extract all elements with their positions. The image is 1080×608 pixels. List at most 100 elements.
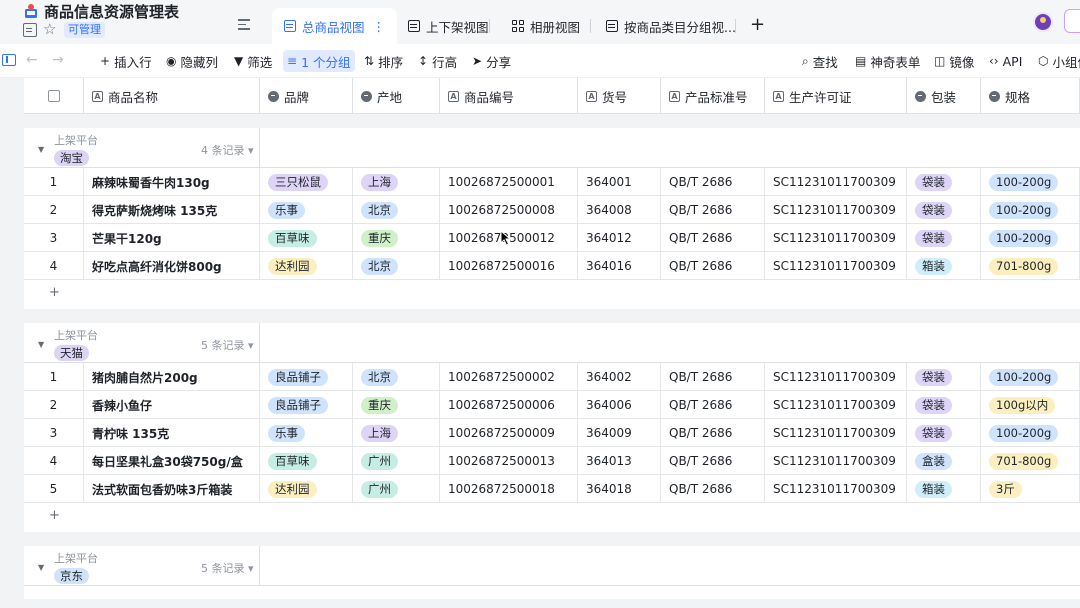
share-button[interactable]: ➤ 分享 — [468, 50, 515, 72]
cell-code[interactable]: 10026872500002 — [440, 363, 578, 391]
widget-button[interactable]: ⬡ 小组件 — [1034, 50, 1080, 72]
column-header-name[interactable]: A 商品名称 — [84, 78, 260, 114]
cell-brand[interactable]: 达利园 — [260, 475, 353, 503]
cell-origin[interactable]: 广州 — [353, 447, 440, 475]
cell-spec[interactable]: 100-200g — [981, 419, 1080, 447]
cell-package[interactable]: 袋装 — [907, 363, 981, 391]
search-button[interactable]: ⌕ 查找 — [798, 50, 842, 72]
undo-icon[interactable]: ← — [26, 52, 38, 68]
cell-package[interactable]: 袋装 — [907, 391, 981, 419]
cell-code[interactable]: 10026872500009 — [440, 419, 578, 447]
add-record-row[interactable]: + — [24, 280, 1080, 308]
cell-brand[interactable]: 达利园 — [260, 252, 353, 280]
cell-spec[interactable]: 3斤 — [981, 475, 1080, 503]
cell-sku[interactable]: 364012 — [578, 224, 661, 252]
cell-std[interactable]: QB/T 2686 — [661, 363, 765, 391]
star-icon[interactable]: ☆ — [43, 20, 56, 38]
table-row[interactable]: 4 每日坚果礼盒30袋750g/盒 百草味 广州 10026872500013 36401… — [24, 447, 1080, 475]
cell-package[interactable]: 盒装 — [907, 447, 981, 475]
table-row[interactable]: 3 青柠味 135克 乐事 上海 10026872500009 364009 QB/T 26… — [24, 419, 1080, 447]
cell-spec[interactable]: 100g以内 — [981, 391, 1080, 419]
cell-name[interactable]: 香辣小鱼仔 — [84, 391, 260, 419]
cell-license[interactable]: SC11231011700309 — [765, 168, 907, 196]
cell-std[interactable]: QB/T 2686 — [661, 419, 765, 447]
cell-license[interactable]: SC11231011700309 — [765, 447, 907, 475]
cell-origin[interactable]: 北京 — [353, 363, 440, 391]
table-row[interactable]: 3芒果干120g百草味重庆10026872500012364012QB/T 26… — [24, 224, 1080, 252]
cell-std[interactable]: QB/T 2686 — [661, 391, 765, 419]
cell-sku[interactable]: 364002 — [578, 363, 661, 391]
cell-spec[interactable]: 100-200g — [981, 168, 1080, 196]
cell-name[interactable]: 好吃点高纤消化饼800g — [84, 252, 260, 280]
collapse-sidebar-icon[interactable] — [2, 54, 16, 66]
column-header-std[interactable]: A 产品标准号 — [661, 78, 765, 114]
cell-name[interactable]: 猪肉脯自然片200g — [84, 363, 260, 391]
column-header-license[interactable]: A 生产许可证 — [765, 78, 907, 114]
column-header-spec[interactable]: 规格 — [981, 78, 1080, 114]
collapse-caret-icon[interactable]: ▼ — [38, 145, 44, 154]
cell-brand[interactable]: 乐事 — [260, 196, 353, 224]
cell-license[interactable]: SC11231011700309 — [765, 419, 907, 447]
group-record-count[interactable]: 4 条记录 ▾ — [201, 142, 254, 158]
tab-all-products-view[interactable]: 总商品视图 ⋮ — [272, 8, 398, 44]
cell-name[interactable]: 法式软面包香奶味3斤箱装 — [84, 475, 260, 503]
cell-license[interactable]: SC11231011700309 — [765, 196, 907, 224]
cell-code[interactable]: 10026872500008 — [440, 196, 578, 224]
cell-brand[interactable]: 乐事 — [260, 419, 353, 447]
cell-code[interactable]: 10026872500013 — [440, 447, 578, 475]
cell-license[interactable]: SC11231011700309 — [765, 224, 907, 252]
filter-button[interactable]: ▼ 筛选 — [230, 50, 276, 72]
table-row[interactable]: 2 香辣小鱼仔 良品铺子 重庆 10026872500006 364006 QB/T 268… — [24, 391, 1080, 419]
document-info-icon[interactable] — [23, 23, 37, 37]
collapse-caret-icon[interactable]: ▼ — [38, 340, 44, 349]
table-row[interactable]: 5 法式软面包香奶味3斤箱装 达利园 广州 10026872500018 364018 QB… — [24, 475, 1080, 503]
mirror-button[interactable]: ◫ 镜像 — [930, 50, 978, 72]
cell-spec[interactable]: 701-800g — [981, 447, 1080, 475]
hide-columns-button[interactable]: ◉ 隐藏列 — [162, 50, 222, 72]
magic-form-button[interactable]: ▤ 神奇表单 — [851, 50, 924, 72]
cell-code[interactable]: 10026872500001 — [440, 168, 578, 196]
column-header-sku[interactable]: A 货号 — [578, 78, 661, 114]
cell-package[interactable]: 箱装 — [907, 252, 981, 280]
cell-sku[interactable]: 364006 — [578, 391, 661, 419]
group-button[interactable]: ≡ 1 个分组 — [283, 50, 355, 72]
cell-license[interactable]: SC11231011700309 — [765, 475, 907, 503]
cell-origin[interactable]: 上海 — [353, 168, 440, 196]
select-all-checkbox[interactable] — [47, 90, 60, 102]
avatar[interactable] — [1033, 12, 1053, 32]
cell-sku[interactable]: 364016 — [578, 252, 661, 280]
cell-std[interactable]: QB/T 2686 — [661, 224, 765, 252]
cell-code[interactable]: 10026872500006 — [440, 391, 578, 419]
cell-std[interactable]: QB/T 2686 — [661, 196, 765, 224]
cell-brand[interactable]: 百草味 — [260, 224, 353, 252]
cell-std[interactable]: QB/T 2686 — [661, 252, 765, 280]
select-all-cell[interactable] — [24, 78, 84, 114]
cell-name[interactable]: 麻辣味蜀香牛肉130g — [84, 168, 260, 196]
sort-button[interactable]: ⇅ 排序 — [360, 50, 407, 72]
cell-name[interactable]: 每日坚果礼盒30袋750g/盒 — [84, 447, 260, 475]
cell-brand[interactable]: 良品铺子 — [260, 363, 353, 391]
cell-brand[interactable]: 三只松鼠 — [260, 168, 353, 196]
api-button[interactable]: ‹› API — [985, 50, 1026, 72]
cell-package[interactable]: 袋装 — [907, 168, 981, 196]
cell-name[interactable]: 青柠味 135克 — [84, 419, 260, 447]
cell-code[interactable]: 10026872500018 — [440, 475, 578, 503]
cell-spec[interactable]: 100-200g — [981, 224, 1080, 252]
cell-spec[interactable]: 100-200g — [981, 196, 1080, 224]
cell-brand[interactable]: 百草味 — [260, 447, 353, 475]
cell-code[interactable]: 10026872500016 — [440, 252, 578, 280]
cell-sku[interactable]: 364009 — [578, 419, 661, 447]
cell-name[interactable]: 芒果干120g — [84, 224, 260, 252]
add-view-icon[interactable]: + — [750, 14, 765, 35]
cell-license[interactable]: SC11231011700309 — [765, 363, 907, 391]
cell-name[interactable]: 得克萨斯烧烤味 135克 — [84, 196, 260, 224]
cell-origin[interactable]: 北京 — [353, 196, 440, 224]
cell-std[interactable]: QB/T 2686 — [661, 447, 765, 475]
row-height-button[interactable]: ↕ 行高 — [414, 50, 461, 72]
cell-std[interactable]: QB/T 2686 — [661, 168, 765, 196]
cell-package[interactable]: 袋装 — [907, 196, 981, 224]
sidebar-menu-icon[interactable] — [238, 19, 250, 33]
collapse-caret-icon[interactable]: ▼ — [38, 563, 44, 572]
cell-sku[interactable]: 364018 — [578, 475, 661, 503]
cell-license[interactable]: SC11231011700309 — [765, 252, 907, 280]
